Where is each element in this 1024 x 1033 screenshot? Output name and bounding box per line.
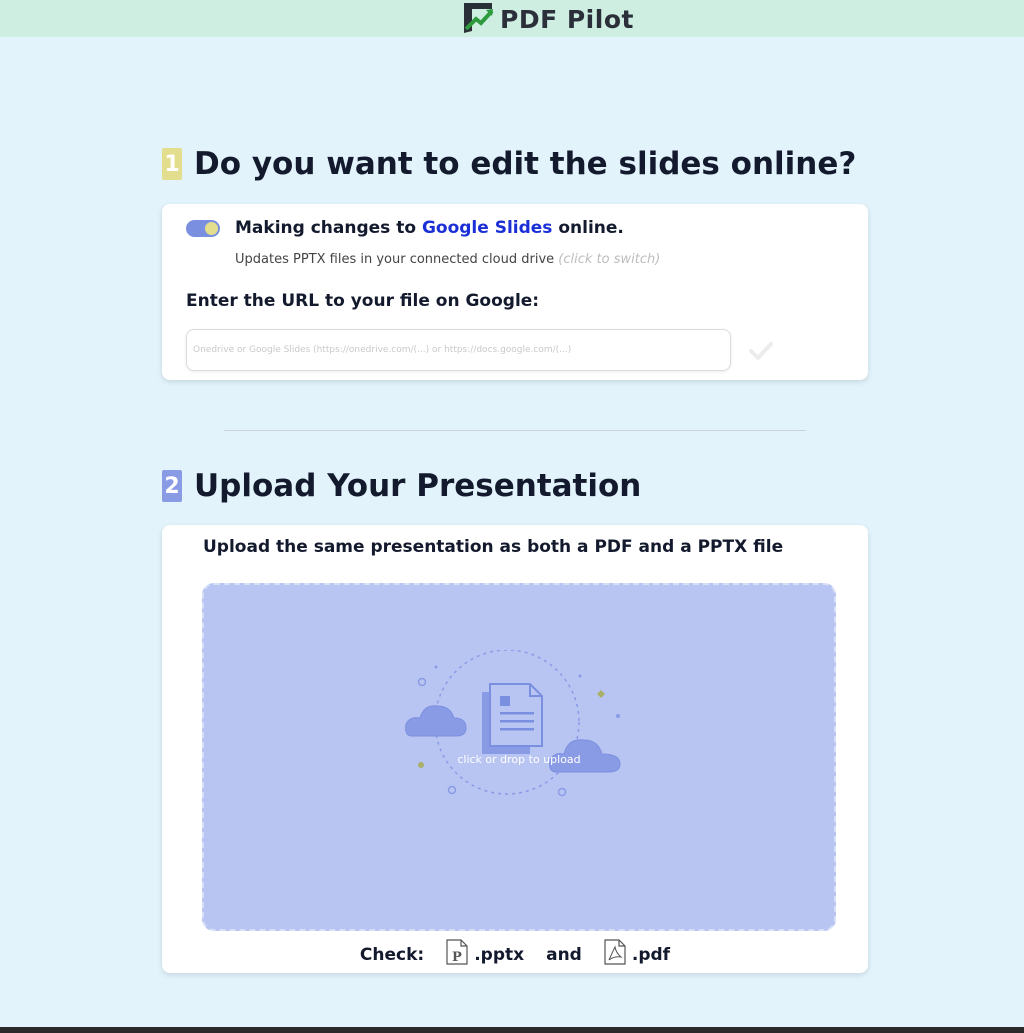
check-label: Check: <box>359 944 425 965</box>
logo-icon <box>462 1 496 37</box>
step1-title-text: Do you want to edit the slides online? <box>194 146 857 182</box>
upload-card: Upload the same presentation as both a P… <box>162 525 868 973</box>
and-label: and <box>546 944 582 965</box>
upload-illustration <box>404 649 624 814</box>
cloud-drive-description: Updates PPTX files in your connected clo… <box>235 252 660 267</box>
url-label: Enter the URL to your file on Google: <box>186 291 540 311</box>
pptx-extension: .pptx <box>474 944 525 965</box>
pptx-file-icon: P <box>446 939 468 970</box>
checkmark-icon[interactable] <box>749 341 773 365</box>
upload-dropzone[interactable]: click or drop to upload <box>202 583 836 931</box>
document-icon <box>482 683 543 754</box>
toggle-suffix: online. <box>558 218 624 238</box>
description-text: Updates PPTX files in your connected clo… <box>235 252 555 267</box>
pdf-file-icon <box>604 939 626 970</box>
logo-text: PDF Pilot <box>500 4 634 34</box>
section-divider <box>224 430 806 431</box>
url-input[interactable] <box>186 329 731 371</box>
top-bar: PDF Pilot <box>0 0 1024 37</box>
step1-number-badge: 1 <box>162 148 182 180</box>
toggle-prefix: Making changes to <box>235 218 417 238</box>
switch-hint[interactable]: (click to switch) <box>558 252 660 267</box>
online-edit-card: Making changes to Google Slides online. … <box>162 204 868 380</box>
step2-title: 2 Upload Your Presentation <box>162 468 641 504</box>
dropzone-text: click or drop to upload <box>457 753 581 766</box>
google-slides-link[interactable]: Google Slides <box>422 218 552 238</box>
online-edit-toggle[interactable] <box>186 220 220 237</box>
cloud-icon <box>405 705 467 737</box>
svg-text:P: P <box>452 950 462 965</box>
toggle-description: Making changes to Google Slides online. <box>235 218 624 238</box>
toggle-knob <box>205 222 218 235</box>
upload-heading: Upload the same presentation as both a P… <box>203 537 784 557</box>
file-check-row: Check: P .pptx and .pdf <box>162 939 868 970</box>
bottom-edge <box>0 1027 1024 1033</box>
step1-title: 1 Do you want to edit the slides online? <box>162 146 856 182</box>
step2-title-text: Upload Your Presentation <box>194 468 642 504</box>
logo[interactable]: PDF Pilot <box>462 2 634 36</box>
pdf-extension: .pdf <box>631 944 671 965</box>
step2-number-badge: 2 <box>162 470 182 502</box>
